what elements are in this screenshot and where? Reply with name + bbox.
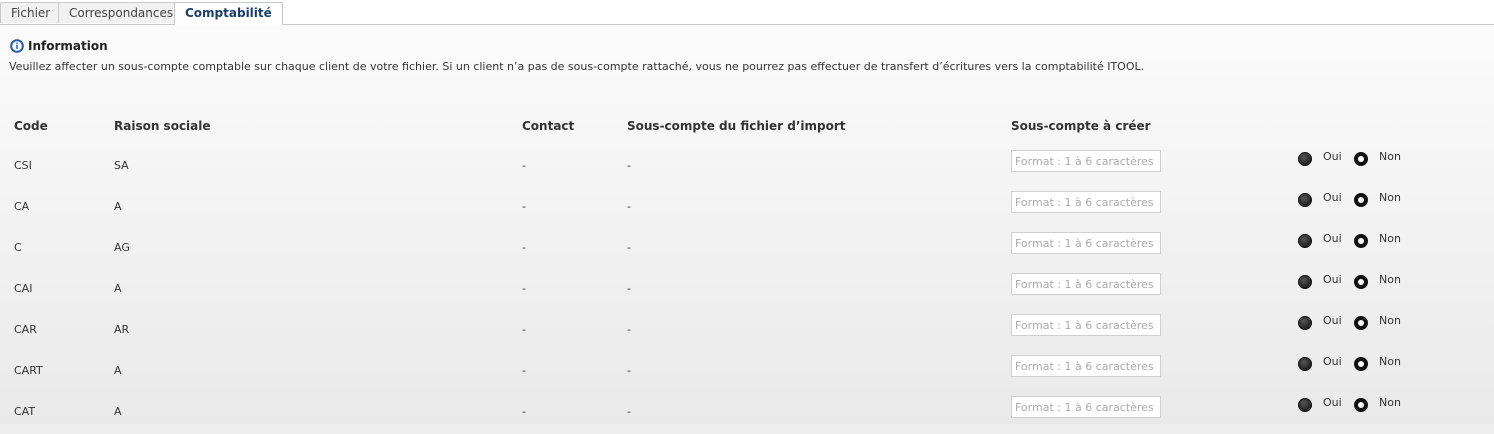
tab-fichier[interactable]: Fichier	[0, 2, 62, 23]
radio-oui[interactable]: Oui	[1298, 188, 1342, 212]
client-contact: -	[522, 200, 526, 213]
radio-non[interactable]: Non	[1354, 352, 1401, 376]
client-raison-sociale: AR	[114, 323, 130, 336]
radio-selected-icon[interactable]	[1354, 234, 1368, 248]
header-raison-sociale: Raison sociale	[114, 119, 211, 133]
client-raison-sociale: AG	[114, 241, 130, 254]
radio-selected-icon[interactable]	[1354, 275, 1368, 289]
radio-oui[interactable]: Oui	[1298, 393, 1342, 417]
client-code: CSI	[14, 159, 32, 172]
radio-non[interactable]: Non	[1354, 229, 1401, 253]
radio-label: Non	[1379, 272, 1401, 286]
client-sous-compte-import: -	[627, 282, 631, 295]
radio-unselected-icon[interactable]	[1298, 193, 1312, 207]
client-contact: -	[522, 364, 526, 377]
info-text: Veuillez affecter un sous-compte comptab…	[9, 60, 1145, 73]
radio-unselected-icon[interactable]	[1298, 234, 1312, 248]
radio-label: Non	[1379, 354, 1401, 368]
client-sous-compte-import: -	[627, 241, 631, 254]
client-code: CAR	[14, 323, 37, 336]
sous-compte-input[interactable]	[1011, 191, 1161, 213]
sous-compte-input[interactable]	[1011, 314, 1161, 336]
radio-label: Non	[1379, 231, 1401, 245]
client-raison-sociale: A	[114, 282, 122, 295]
radio-unselected-icon[interactable]	[1298, 398, 1312, 412]
radio-oui[interactable]: Oui	[1298, 311, 1342, 335]
client-sous-compte-import: -	[627, 405, 631, 418]
sous-compte-input[interactable]	[1011, 150, 1161, 172]
table-row: CSI SA - - Oui Non	[0, 147, 1494, 188]
sous-compte-input[interactable]	[1011, 232, 1161, 254]
radio-selected-icon[interactable]	[1354, 316, 1368, 330]
client-sous-compte-import: -	[627, 323, 631, 336]
info-icon	[10, 39, 24, 53]
client-sous-compte-import: -	[627, 364, 631, 377]
radio-unselected-icon[interactable]	[1298, 275, 1312, 289]
table-row: CAR AR - - Oui Non	[0, 311, 1494, 352]
sous-compte-input[interactable]	[1011, 396, 1161, 418]
table-row: CA A - - Oui Non	[0, 188, 1494, 229]
radio-unselected-icon[interactable]	[1298, 316, 1312, 330]
radio-oui[interactable]: Oui	[1298, 270, 1342, 294]
header-sous-compte-import: Sous-compte du fichier d’import	[627, 119, 846, 133]
client-contact: -	[522, 405, 526, 418]
tab-content: Information Veuillez affecter un sous-co…	[0, 25, 1494, 424]
radio-non[interactable]: Non	[1354, 270, 1401, 294]
radio-oui[interactable]: Oui	[1298, 229, 1342, 253]
radio-label: Non	[1379, 313, 1401, 327]
header-sous-compte-creer: Sous-compte à créer	[1011, 119, 1151, 133]
radio-label: Non	[1379, 149, 1401, 163]
radio-label: Oui	[1323, 231, 1342, 245]
radio-non[interactable]: Non	[1354, 188, 1401, 212]
header-contact: Contact	[522, 119, 575, 133]
radio-selected-icon[interactable]	[1354, 398, 1368, 412]
client-code: C	[14, 241, 22, 254]
info-title: Information	[28, 39, 108, 53]
info-heading: Information	[10, 39, 108, 53]
table-row: CART A - - Oui Non	[0, 352, 1494, 393]
client-code: CA	[14, 200, 30, 213]
radio-label: Oui	[1323, 313, 1342, 327]
table-row: CAT A - - Oui Non	[0, 393, 1494, 434]
radio-non[interactable]: Non	[1354, 147, 1401, 171]
header-code: Code	[14, 119, 48, 133]
radio-unselected-icon[interactable]	[1298, 152, 1312, 166]
radio-label: Oui	[1323, 395, 1342, 409]
radio-label: Oui	[1323, 149, 1342, 163]
sous-compte-input[interactable]	[1011, 355, 1161, 377]
radio-label: Oui	[1323, 272, 1342, 286]
client-raison-sociale: A	[114, 200, 122, 213]
radio-non[interactable]: Non	[1354, 393, 1401, 417]
radio-label: Non	[1379, 395, 1401, 409]
client-sous-compte-import: -	[627, 159, 631, 172]
table-row: CAI A - - Oui Non	[0, 270, 1494, 311]
client-code: CAI	[14, 282, 33, 295]
radio-selected-icon[interactable]	[1354, 193, 1368, 207]
radio-oui[interactable]: Oui	[1298, 147, 1342, 171]
client-raison-sociale: SA	[114, 159, 129, 172]
client-code: CAT	[14, 405, 36, 418]
radio-label: Oui	[1323, 354, 1342, 368]
sous-compte-input[interactable]	[1011, 273, 1161, 295]
radio-label: Non	[1379, 190, 1401, 204]
table-row: C AG - - Oui Non	[0, 229, 1494, 270]
radio-unselected-icon[interactable]	[1298, 357, 1312, 371]
radio-oui[interactable]: Oui	[1298, 352, 1342, 376]
client-contact: -	[522, 282, 526, 295]
client-code: CART	[14, 364, 43, 377]
client-contact: -	[522, 241, 526, 254]
client-raison-sociale: A	[114, 364, 122, 377]
client-sous-compte-import: -	[627, 200, 631, 213]
tab-correspondances[interactable]: Correspondances	[58, 2, 185, 23]
client-contact: -	[522, 323, 526, 336]
radio-selected-icon[interactable]	[1354, 152, 1368, 166]
radio-non[interactable]: Non	[1354, 311, 1401, 335]
client-raison-sociale: A	[114, 405, 122, 418]
client-contact: -	[522, 159, 526, 172]
radio-selected-icon[interactable]	[1354, 357, 1368, 371]
radio-label: Oui	[1323, 190, 1342, 204]
tab-bar: Fichier Correspondances Comptabilité	[0, 0, 1494, 25]
tab-comptabilite[interactable]: Comptabilité	[174, 2, 283, 25]
